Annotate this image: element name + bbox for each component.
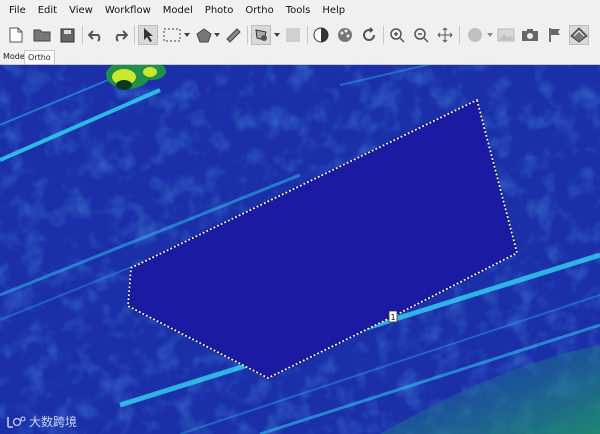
watermark-logo-icon (7, 415, 26, 428)
flag-icon[interactable] (545, 25, 565, 45)
contrast-icon[interactable] (311, 25, 331, 45)
menu-ortho[interactable]: Ortho (239, 0, 279, 21)
move-icon[interactable] (435, 25, 455, 45)
zoom-out-icon[interactable] (411, 25, 431, 45)
menu-workflow[interactable]: Workflow (99, 0, 157, 21)
palette-icon[interactable] (335, 25, 355, 45)
vertex-marker[interactable]: 1 (388, 310, 398, 323)
polygon-selection-icon[interactable] (194, 25, 214, 45)
menu-bar: File Edit View Workflow Model Photo Orth… (0, 0, 600, 21)
orthomosaic-icon[interactable] (569, 25, 589, 45)
image-icon[interactable] (496, 25, 516, 45)
terrain-icon[interactable] (465, 25, 485, 45)
save-icon[interactable] (57, 25, 77, 45)
menu-edit[interactable]: Edit (32, 0, 63, 21)
watermark-text: 大数跨境 (29, 415, 78, 429)
main-toolbar (0, 21, 600, 50)
menu-help[interactable]: Help (316, 0, 351, 21)
chevron-down-icon[interactable] (274, 33, 280, 37)
new-document-icon[interactable] (6, 25, 26, 45)
tab-ortho[interactable]: Ortho (24, 50, 55, 64)
open-folder-icon[interactable] (32, 25, 52, 45)
chevron-down-icon[interactable] (487, 33, 493, 37)
dense-cloud-icon[interactable] (283, 25, 303, 45)
ortho-view[interactable]: 1 (0, 65, 600, 434)
menu-view[interactable]: View (63, 0, 99, 21)
chevron-down-icon[interactable] (184, 33, 190, 37)
menu-photo[interactable]: Photo (199, 0, 240, 21)
menu-model[interactable]: Model (157, 0, 199, 21)
camera-icon[interactable] (520, 25, 540, 45)
ruler-icon[interactable] (223, 25, 243, 45)
chevron-down-icon[interactable] (214, 33, 220, 37)
pointer-icon[interactable] (138, 25, 158, 45)
redo-icon[interactable] (110, 25, 130, 45)
dem-map: 1 (0, 65, 600, 434)
view-tabs: Model Ortho (0, 49, 600, 65)
vertex-label: 1 (390, 313, 395, 322)
zoom-in-icon[interactable] (387, 25, 407, 45)
undo-icon[interactable] (86, 25, 106, 45)
rectangle-selection-icon[interactable] (162, 25, 182, 45)
menu-tools[interactable]: Tools (280, 0, 317, 21)
menu-file[interactable]: File (0, 0, 32, 21)
shape-draw-icon[interactable] (251, 25, 271, 45)
refresh-icon[interactable] (359, 25, 379, 45)
watermark: 大数跨境 (6, 413, 77, 430)
